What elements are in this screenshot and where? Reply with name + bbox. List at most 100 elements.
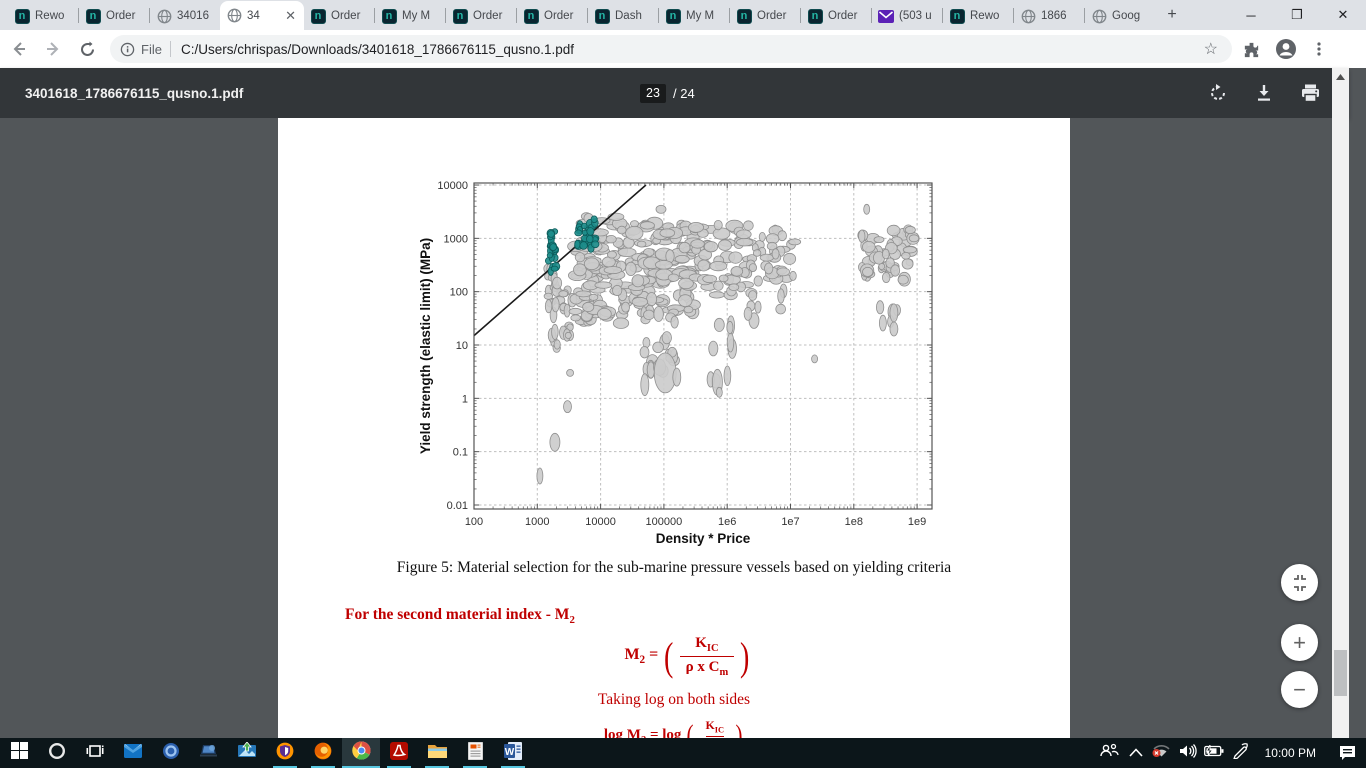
profile-avatar-icon[interactable] (1275, 38, 1297, 60)
browser-tab[interactable]: nRewo (943, 2, 1013, 30)
ashby-chart: 1001000100001000001e61e71e81e90.010.1110… (416, 178, 946, 551)
fit-to-page-button[interactable] (1281, 564, 1318, 601)
svg-text:10: 10 (456, 340, 468, 352)
material-ellipse (905, 226, 915, 233)
pdf-filename: 3401618_1786676115_qusno.1.pdf (25, 86, 243, 101)
device-app-icon (200, 743, 219, 764)
browser-tab[interactable]: nDash (588, 2, 658, 30)
cortana-taskbar-button[interactable] (38, 738, 76, 768)
rotate-icon[interactable] (1208, 83, 1228, 103)
action-center-button[interactable] (1328, 738, 1366, 768)
minimize-button[interactable]: ─ (1228, 0, 1274, 30)
material-ellipse (698, 260, 710, 271)
close-button[interactable]: ✕ (1320, 0, 1366, 30)
bookmark-star-icon[interactable]: ☆ (1200, 39, 1222, 59)
volume-tray-button[interactable] (1175, 738, 1201, 768)
material-ellipse (862, 241, 875, 252)
photos-taskbar-button[interactable] (228, 738, 266, 768)
selected-material-ellipse (575, 230, 582, 236)
tab-title: Order (106, 10, 143, 22)
zoom-in-button[interactable]: + (1281, 624, 1318, 661)
browser-tab[interactable]: (503 u (872, 2, 942, 30)
new-tab-button[interactable]: + (1159, 2, 1185, 28)
material-ellipse (632, 275, 644, 287)
browser-tab[interactable]: 1866 (1014, 2, 1084, 30)
material-ellipse (673, 368, 681, 386)
browser-tab[interactable]: nMy M (375, 2, 445, 30)
extensions-puzzle-icon[interactable] (1242, 40, 1261, 59)
material-ellipse (537, 468, 543, 484)
firefox-shield-taskbar-button[interactable] (266, 738, 304, 768)
material-ellipse (863, 267, 873, 276)
site-logo-favicon: n (594, 8, 610, 24)
close-tab-icon[interactable]: ✕ (283, 9, 298, 22)
taskbar-clock[interactable]: 10:00 PM (1257, 746, 1324, 760)
scroll-up-arrow[interactable] (1332, 68, 1349, 85)
network-error-tray-button[interactable] (1149, 738, 1175, 768)
photos-icon (238, 742, 256, 765)
firefox-taskbar-button[interactable] (304, 738, 342, 768)
start-taskbar-button[interactable] (0, 738, 38, 768)
info-icon[interactable] (120, 42, 135, 57)
docs-taskbar-button[interactable] (456, 738, 494, 768)
browser-tab[interactable]: nOrder (304, 2, 374, 30)
zoom-out-button[interactable]: − (1281, 671, 1318, 708)
forward-button[interactable] (38, 34, 68, 64)
print-icon[interactable] (1300, 83, 1321, 103)
people-tray-button[interactable] (1097, 738, 1123, 768)
battery-tray-button[interactable] (1201, 738, 1227, 768)
material-ellipse (554, 340, 560, 349)
tab-title: Rewo (970, 10, 1007, 22)
desktop: nRewonOrder3401634✕nOrdernMy MnOrdernOrd… (0, 0, 1366, 768)
url-text[interactable]: C:/Users/chrispas/Downloads/3401618_1786… (181, 42, 1200, 57)
acrobat-taskbar-button[interactable] (380, 738, 418, 768)
browser-tab[interactable]: nOrder (801, 2, 871, 30)
material-ellipse (571, 315, 581, 321)
globe-favicon (157, 9, 172, 24)
material-ellipse (613, 318, 628, 329)
url-separator (170, 41, 171, 57)
chrome-taskbar-button[interactable] (342, 738, 380, 768)
browser-tab[interactable]: 34016 (150, 2, 220, 30)
page-number-input[interactable]: 23 (640, 84, 666, 103)
material-ellipse (626, 226, 643, 240)
device-app-taskbar-button[interactable] (190, 738, 228, 768)
mail-taskbar-button[interactable] (114, 738, 152, 768)
forward-arrow-icon (44, 40, 62, 58)
chevron-up-tray-button[interactable] (1123, 738, 1149, 768)
address-bar[interactable]: File C:/Users/chrispas/Downloads/3401618… (110, 35, 1232, 63)
browser-tab[interactable]: nOrder (730, 2, 800, 30)
material-ellipse (790, 271, 797, 280)
svg-text:100000: 100000 (646, 516, 683, 528)
browser-tab-active[interactable]: 34✕ (220, 1, 304, 30)
scrollbar[interactable] (1332, 68, 1349, 738)
scrollbar-thumb[interactable] (1334, 650, 1347, 696)
maximize-button[interactable]: ❐ (1274, 0, 1320, 30)
browser-tab[interactable]: Goog (1085, 2, 1155, 30)
tab-title: Order (544, 10, 581, 22)
explorer-taskbar-button[interactable] (418, 738, 456, 768)
browser-tab[interactable]: n Order (79, 2, 149, 30)
pen-tray-button[interactable] (1227, 738, 1253, 768)
browser-tab[interactable]: nRewo (8, 2, 78, 30)
browser-tab[interactable]: nMy M (659, 2, 729, 30)
material-ellipse (727, 321, 733, 333)
browser-tab[interactable]: nOrder (446, 2, 516, 30)
start-icon (11, 742, 28, 764)
site-logo-favicon: n (85, 8, 101, 24)
back-button[interactable] (4, 34, 34, 64)
browser-tab[interactable]: n Order (517, 2, 587, 30)
battery-icon (1204, 744, 1224, 762)
pdf-viewer: 1001000100001000001e61e71e81e90.010.1110… (0, 118, 1349, 738)
site-logo-favicon: n (523, 8, 539, 24)
task-view-taskbar-button[interactable] (76, 738, 114, 768)
tab-title: Rewo (35, 10, 72, 22)
blue-app-taskbar-button[interactable] (152, 738, 190, 768)
download-icon[interactable] (1254, 83, 1274, 103)
minus-icon: − (1293, 679, 1306, 701)
menu-kebab-icon[interactable] (1311, 41, 1327, 57)
tab-title: Order (757, 10, 794, 22)
material-ellipse (654, 307, 664, 322)
reload-button[interactable] (72, 34, 102, 64)
word-taskbar-button[interactable]: W (494, 738, 532, 768)
